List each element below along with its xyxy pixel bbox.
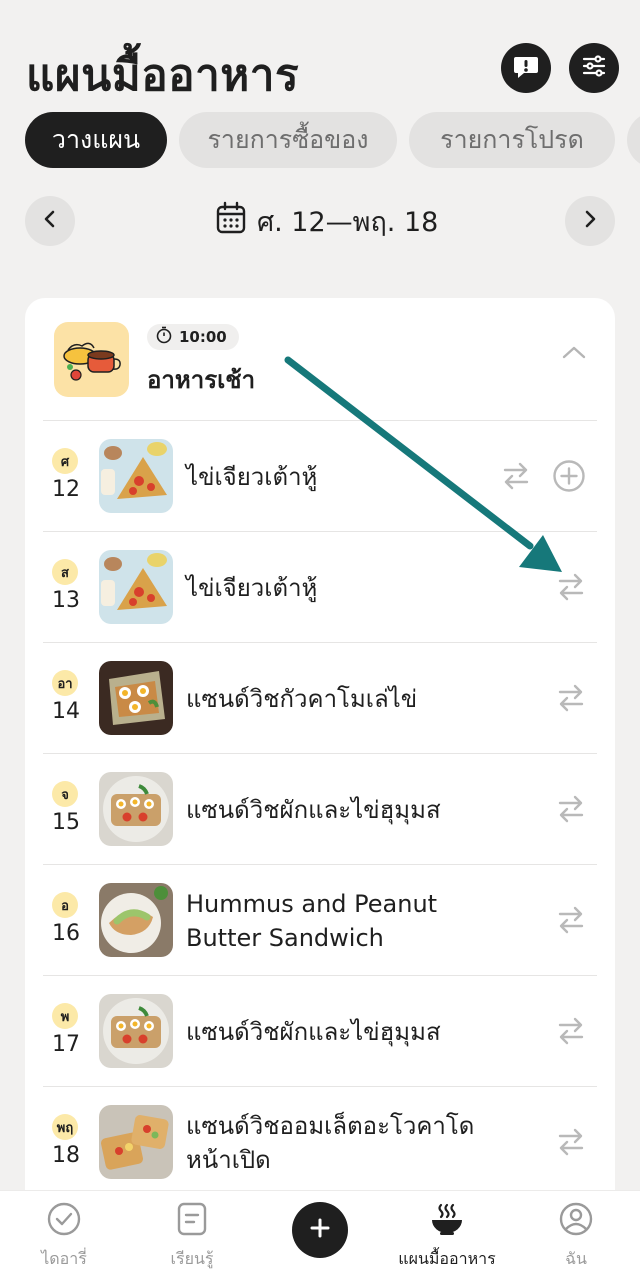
- meal-header[interactable]: 10:00 อาหารเช้า: [25, 298, 615, 420]
- day-badge: ศ: [52, 448, 78, 474]
- swap-icon[interactable]: [501, 459, 531, 497]
- tab-more[interactable]: [627, 112, 640, 168]
- food-image: [99, 883, 173, 957]
- food-image: [99, 772, 173, 846]
- filter-button[interactable]: [569, 43, 619, 93]
- tab-shopping-list[interactable]: รายการซื้อของ: [179, 112, 397, 168]
- tab-favorites[interactable]: รายการโปรด: [409, 112, 615, 168]
- chevron-right-icon: [580, 209, 600, 233]
- header: แผนมื้ออาหาร: [0, 0, 640, 101]
- bottom-nav: ไดอารี่ เรียนรู้ แผนมื้ออาหาร ฉัน: [0, 1190, 640, 1280]
- food-name: ไข่เจียวเต้าหู้: [186, 573, 318, 602]
- food-image: [99, 1105, 173, 1179]
- date-navigator: ศ. 12—พฤ. 18: [25, 196, 615, 246]
- next-week-button[interactable]: [565, 196, 615, 246]
- day-badge: พฤ: [52, 1114, 78, 1140]
- day-badge: พ: [52, 1003, 78, 1029]
- day-badge: อา: [52, 670, 78, 696]
- feedback-button[interactable]: [501, 43, 551, 93]
- swap-icon[interactable]: [556, 570, 586, 608]
- food-image: [99, 661, 173, 735]
- meal-row[interactable]: ส 13 ไข่เจียวเต้าหู้: [25, 532, 615, 643]
- bowl-icon: [429, 1201, 465, 1241]
- meal-row[interactable]: ศ 12 ไข่เจียวเต้าหู้: [25, 421, 615, 532]
- tab-bar: วางแผน รายการซื้อของ รายการโปรด: [25, 112, 640, 168]
- swap-icon[interactable]: [556, 1014, 586, 1052]
- day-number: 18: [52, 1143, 80, 1168]
- meal-row[interactable]: อา 14 แซนด์วิชกัวคาโมเล่ไข่: [25, 643, 615, 754]
- swap-icon[interactable]: [556, 903, 586, 941]
- nav-meal-plan[interactable]: แผนมื้ออาหาร: [387, 1201, 507, 1273]
- add-circle-icon[interactable]: [552, 459, 586, 497]
- meal-title: อาหารเช้า: [147, 366, 256, 394]
- meal-time: 10:00: [179, 328, 227, 346]
- add-button[interactable]: [292, 1202, 348, 1258]
- meal-time-chip: 10:00: [147, 324, 239, 350]
- day-number: 17: [52, 1032, 80, 1057]
- nav-profile-label: ฉัน: [565, 1249, 587, 1268]
- day-number: 13: [52, 588, 80, 613]
- food-image: [99, 439, 173, 513]
- meal-row[interactable]: อ 16 Hummus and Peanut Butter Sandwich: [25, 865, 615, 976]
- nav-learn-label: เรียนรู้: [170, 1249, 214, 1268]
- swap-icon[interactable]: [556, 1125, 586, 1163]
- date-range-label: ศ. 12—พฤ. 18: [257, 206, 439, 238]
- meal-row[interactable]: พ 17 แซนด์วิชผักและไข่ฮุมุมส: [25, 976, 615, 1087]
- swap-icon[interactable]: [556, 792, 586, 830]
- food-image: [99, 994, 173, 1068]
- swap-icon[interactable]: [556, 681, 586, 719]
- chevron-left-icon: [40, 209, 60, 233]
- nav-diary[interactable]: ไดอารี่: [4, 1201, 124, 1273]
- breakfast-illustration: [54, 322, 129, 397]
- nav-meal-plan-label: แผนมื้ออาหาร: [398, 1249, 496, 1268]
- food-image: [99, 550, 173, 624]
- day-number: 16: [52, 921, 80, 946]
- calendar-icon: [215, 201, 247, 242]
- book-icon: [174, 1201, 210, 1241]
- day-badge: จ: [52, 781, 78, 807]
- nav-profile[interactable]: ฉัน: [516, 1201, 636, 1273]
- nav-learn[interactable]: เรียนรู้: [132, 1201, 252, 1273]
- food-name: แซนด์วิชออมเล็ตอะโวคาโดหน้าเปิด: [186, 1111, 475, 1174]
- food-name: Hummus and Peanut Butter Sandwich: [186, 889, 438, 952]
- page-title: แผนมื้ออาหาร: [26, 50, 300, 101]
- check-circle-icon: [46, 1201, 82, 1241]
- prev-week-button[interactable]: [25, 196, 75, 246]
- tab-plan[interactable]: วางแผน: [25, 112, 167, 168]
- meal-card: 10:00 อาหารเช้า ศ 12 ไข่เจียวเต้าหู้ ส 1…: [25, 298, 615, 1280]
- plus-icon: [309, 1217, 331, 1243]
- day-badge: ส: [52, 559, 78, 585]
- stopwatch-icon: [155, 326, 173, 348]
- date-range[interactable]: ศ. 12—พฤ. 18: [215, 200, 438, 242]
- profile-icon: [558, 1201, 594, 1241]
- food-name: แซนด์วิชผักและไข่ฮุมุมส: [186, 1017, 441, 1046]
- day-badge: อ: [52, 892, 78, 918]
- feedback-icon: [511, 51, 541, 85]
- day-number: 15: [52, 810, 80, 835]
- nav-diary-label: ไดอารี่: [41, 1249, 87, 1268]
- food-name: ไข่เจียวเต้าหู้: [186, 462, 318, 491]
- chevron-up-icon[interactable]: [561, 344, 587, 364]
- sliders-icon: [579, 51, 609, 85]
- meal-row[interactable]: พฤ 18 แซนด์วิชออมเล็ตอะโวคาโดหน้าเปิด: [25, 1087, 615, 1198]
- meal-row[interactable]: จ 15 แซนด์วิชผักและไข่ฮุมุมส: [25, 754, 615, 865]
- day-number: 14: [52, 699, 80, 724]
- food-name: แซนด์วิชผักและไข่ฮุมุมส: [186, 795, 441, 824]
- food-name: แซนด์วิชกัวคาโมเล่ไข่: [186, 684, 418, 713]
- day-number: 12: [52, 477, 80, 502]
